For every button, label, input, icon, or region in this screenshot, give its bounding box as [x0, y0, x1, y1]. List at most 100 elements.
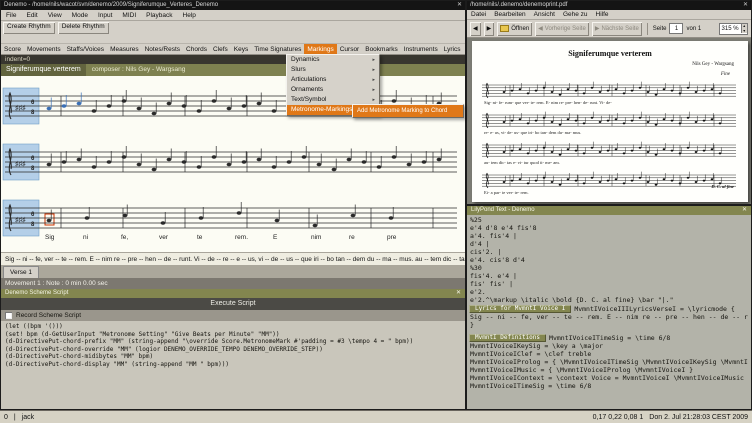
execute-script-button[interactable]: Execute Script [1, 298, 465, 310]
note-glyph [678, 182, 682, 185]
menu-staffs-voices[interactable]: Staffs/Voices [64, 44, 107, 54]
next-page-button[interactable]: ▶ Nächste Seite [591, 21, 642, 36]
scheme-panel-titlebar[interactable]: Denemo Scheme Script ✕ [1, 289, 465, 298]
close-icon[interactable]: ✕ [743, 1, 748, 10]
note-glyph [566, 148, 570, 151]
tab-verse-1[interactable]: Verse 1 [3, 266, 40, 278]
note-glyph [91, 109, 97, 113]
denemo-window-title: Denemo - /home/nils/wacot/svn/denemo/200… [4, 2, 219, 8]
menu-edit[interactable]: Edit [21, 10, 42, 20]
note-glyph [718, 92, 722, 95]
menu-datei[interactable]: Datei [467, 10, 490, 19]
menu-view[interactable]: View [43, 10, 67, 20]
back-button[interactable]: ◀ [470, 21, 481, 36]
zoom-spinner[interactable]: 315 % ▲ ▼ [718, 22, 748, 35]
menu-keys[interactable]: Keys [231, 44, 251, 54]
denemo-titlebar[interactable]: Denemo - /home/nils/wacot/svn/denemo/200… [1, 1, 465, 10]
desktop: Denemo - /home/nils/wacot/svn/denemo/200… [0, 0, 752, 423]
pdf-titlebar[interactable]: /home/nils/.denemo/denemoprint.pdf ✕ [467, 1, 751, 10]
note-glyph [582, 122, 586, 125]
forward-button[interactable]: ▶ [483, 21, 495, 36]
chevron-right-icon: ▸ [372, 67, 375, 73]
lilypond-titlebar[interactable]: LilyPond Text - Denemo ✕ [467, 206, 751, 215]
menu-item-slurs[interactable]: Slurs ▸ [287, 65, 379, 75]
dc-al-fine-marking: D. C. al fine [711, 184, 734, 189]
note-glyph [526, 182, 530, 185]
menu-midi[interactable]: MIDI [117, 10, 141, 20]
note-glyph [241, 104, 247, 108]
menu-mode[interactable]: Mode [67, 10, 93, 20]
menu-measures[interactable]: Measures [107, 44, 142, 54]
close-icon[interactable]: ✕ [457, 1, 462, 10]
note-glyph [646, 180, 650, 184]
lyrics-section-button[interactable]: Lyrics for MvmntI Voice I [469, 304, 572, 313]
definitions-line: MvmntIVoiceIContext = \context Voice = M… [470, 374, 744, 382]
lilypond-line: a'4. fis'4 | [470, 232, 517, 240]
pdf-lyric-line: au- tem dic- tas e- vi- tur quod ti- me-… [484, 160, 560, 165]
menu-notes-rests[interactable]: Notes/Rests [142, 44, 183, 54]
menu-cursor[interactable]: Cursor [337, 44, 363, 54]
note-glyph [346, 157, 352, 162]
note-glyph [181, 104, 187, 108]
evince-menubar: Datei Bearbeiten Ansicht Gehe zu Hilfe [467, 10, 751, 20]
menu-item-dynamics[interactable]: Dynamics ▸ [287, 55, 379, 65]
score-canvas[interactable]: ♯♯♯ 6 8 ♯♯♯ 6 8 ♯♯♯ 6 8 Sig ni fe, ver t… [1, 76, 465, 252]
definitions-line: MvmntIVoiceITimeSig = \time 6/8 [470, 382, 592, 390]
note-glyph [198, 216, 204, 220]
folder-open-icon [500, 25, 510, 32]
menu-lyrics[interactable]: Lyrics [441, 44, 464, 54]
close-icon[interactable]: ✕ [456, 289, 461, 298]
note-glyph [598, 90, 602, 94]
verse-editor[interactable]: Sig -- ni -- fe, ver -- te -- rem. E -- … [1, 252, 465, 265]
menu-score[interactable]: Score [1, 44, 24, 54]
menu-hilfe[interactable]: Hilfe [592, 10, 613, 19]
note-glyph [574, 119, 578, 122]
previous-page-button[interactable]: ◀ Vorherige Seite [535, 21, 589, 36]
note-glyph [574, 179, 578, 182]
note-glyph [542, 146, 546, 149]
menu-chords[interactable]: Chords [183, 44, 210, 54]
note-glyph [526, 92, 530, 95]
menu-gehe-zu[interactable]: Gehe zu [559, 10, 592, 19]
menu-help[interactable]: Help [178, 10, 201, 20]
note-glyph [526, 122, 530, 125]
menu-movements[interactable]: Movements [24, 44, 64, 54]
definitions-section-button[interactable]: MvmntI Definitions [469, 333, 547, 342]
staff-system [482, 81, 736, 99]
note-glyph [622, 182, 626, 185]
menu-file[interactable]: File [1, 10, 21, 20]
open-button[interactable]: Öffnen [497, 21, 533, 36]
lilypond-line: e'2.^\markup \italic \bold {D. C. al fin… [470, 296, 674, 304]
wm-statusbar: 0 | jack 0,17 0,22 0,08 1 Don 2. Jul 21:… [0, 410, 752, 423]
menu-playback[interactable]: Playback [141, 10, 177, 20]
document-area[interactable]: Signiferumque verterem Nils Gey - Wargsa… [467, 38, 751, 204]
lilypond-line: e'2. [470, 288, 486, 296]
scheme-script-editor[interactable]: (let ((bpm '())) (set! bpm (d-GetUserInp… [1, 321, 465, 409]
record-script-checkbox[interactable] [5, 312, 12, 319]
menu-time-signatures[interactable]: Time Signatures [251, 44, 304, 54]
spin-down-icon[interactable]: ▼ [742, 29, 747, 34]
menu-item-articulations[interactable]: Articulations ▸ [287, 75, 379, 85]
delete-rhythm-button[interactable]: Delete Rhythm [57, 22, 109, 34]
script-line: (d-DirectivePut-chord-midibytes "MM" bpm… [5, 353, 154, 360]
note-glyph [598, 120, 602, 124]
note-glyph [226, 106, 232, 111]
staff-system [5, 146, 457, 176]
menu-item-ornaments[interactable]: Ornaments ▸ [287, 85, 379, 95]
close-icon[interactable]: ✕ [742, 206, 747, 215]
note-glyph [630, 149, 634, 152]
lilypond-text-editor[interactable]: %25 e'4 d'8 e'4 fis'8 a'4. fis'4 | d'4 |… [467, 215, 751, 409]
menu-bearbeiten[interactable]: Bearbeiten [490, 10, 529, 19]
menu-ansicht[interactable]: Ansicht [530, 10, 559, 19]
menu-instruments[interactable]: Instruments [401, 44, 441, 54]
workspace-indicator[interactable]: 0 [4, 414, 8, 421]
page-number-input[interactable]: 1 [669, 23, 684, 34]
create-rhythm-button[interactable]: Create Rhythm [3, 22, 55, 34]
menu-markings[interactable]: Markings [304, 44, 337, 54]
script-line: (set! bpm (d-GetUserInput "Metronome Set… [5, 330, 280, 338]
menu-input[interactable]: Input [93, 10, 117, 20]
note-glyph [606, 179, 610, 182]
menu-clefs[interactable]: Clefs [210, 44, 231, 54]
menu-item-add-metronome-marking[interactable]: Add Metronome Marking to Chord [353, 105, 463, 117]
menu-bookmarks[interactable]: Bookmarks [362, 44, 401, 54]
